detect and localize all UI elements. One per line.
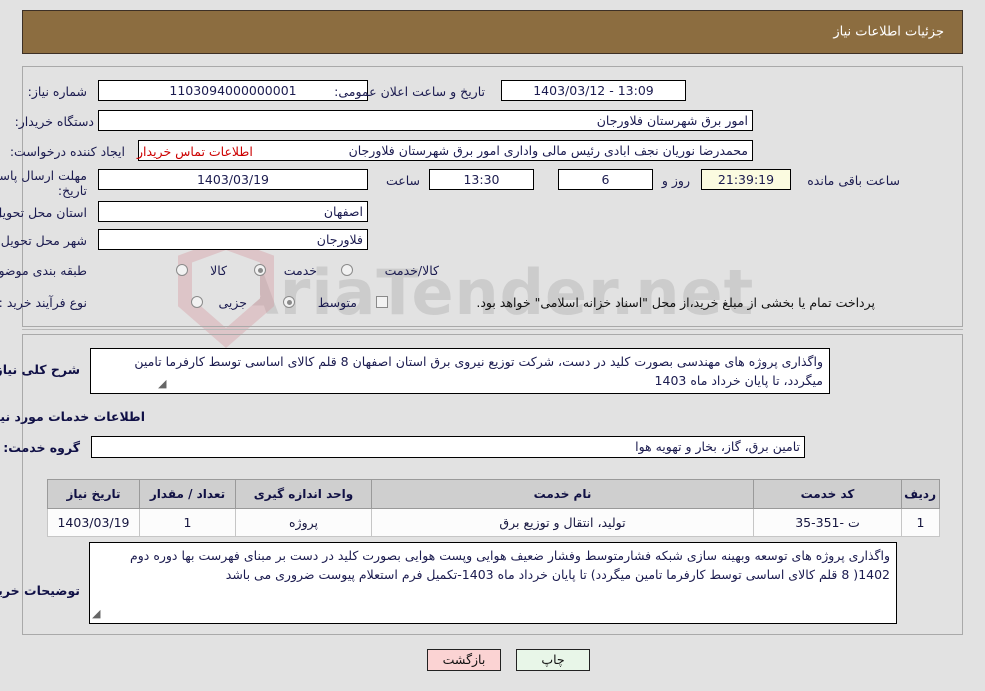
province-label: استان محل تحویل: [0, 205, 87, 220]
service-group-field[interactable]: تامین برق، گاز، بخار و تهویه هوا [91, 436, 805, 458]
services-table: ردیف کد خدمت نام خدمت واحد اندازه گیری ت… [47, 479, 940, 537]
deadline-time-field[interactable]: 13:30 [429, 169, 534, 190]
deadline-days-label: روز و [661, 173, 690, 188]
th-service-code: کد خدمت [753, 479, 902, 509]
islamic-treasury-checkbox[interactable] [376, 296, 388, 308]
deadline-days-field[interactable]: 6 [558, 169, 653, 190]
title-bar: جزئیات اطلاعات نیاز [22, 10, 963, 54]
need-number-label: شماره نیاز: [27, 84, 87, 99]
classification-radio-kala-khedmat[interactable] [341, 264, 353, 276]
th-unit: واحد اندازه گیری [235, 479, 372, 509]
page-root: AriaTender.net جزئیات اطلاعات نیاز شماره… [0, 0, 985, 691]
cell-row-no: 1 [901, 508, 940, 537]
cell-unit: پروژه [235, 508, 372, 537]
description-label: شرح کلی نیاز: [0, 362, 80, 377]
requester-label: ایجاد کننده درخواست: [9, 144, 125, 159]
deadline-label-line2: تاریخ: [57, 183, 87, 198]
need-info-panel [22, 66, 963, 327]
purchase-process-radio-jozee[interactable] [191, 296, 203, 308]
deadline-time-label: ساعت [385, 173, 420, 188]
panel-divider [22, 329, 963, 330]
cell-quantity: 1 [139, 508, 236, 537]
th-row-no: ردیف [901, 479, 940, 509]
print-button[interactable]: چاپ [516, 649, 590, 671]
description-resize-handle[interactable]: ◣ [158, 377, 170, 390]
description-textarea[interactable]: واگذاری پروژه های مهندسی بصورت کلید در د… [90, 348, 830, 394]
province-field[interactable]: اصفهان [98, 201, 368, 222]
buyer-notes-textarea[interactable]: واگذاری پروژه های توسعه وبهینه سازی شبکه… [89, 542, 897, 624]
buyer-notes-label: توضیحات خریدار: [0, 583, 80, 598]
classification-label-kala: کالا [210, 263, 227, 278]
islamic-treasury-label: پرداخت تمام یا بخشی از مبلغ خرید،از محل … [476, 295, 875, 310]
services-heading: اطلاعات خدمات مورد نیاز [0, 409, 145, 424]
buyer-notes-resize-handle[interactable]: ◣ [92, 607, 104, 620]
classification-label-kala-khedmat: کالا/خدمت [384, 263, 439, 278]
city-field[interactable]: فلاورجان [98, 229, 368, 250]
th-service-name: نام خدمت [371, 479, 754, 509]
th-quantity: تعداد / مقدار [139, 479, 236, 509]
purchase-process-label: نوع فرآیند خرید : [0, 295, 87, 310]
table-header-row: ردیف کد خدمت نام خدمت واحد اندازه گیری ت… [47, 479, 940, 509]
purchase-process-label-jozee: جزیی [218, 295, 247, 310]
th-need-date: تاریخ نیاز [47, 479, 140, 509]
announce-datetime-label: تاریخ و ساعت اعلان عمومی: [334, 84, 485, 99]
deadline-countdown-label: ساعت باقی مانده [807, 173, 900, 188]
announce-datetime-field[interactable]: 13:09 - 1403/03/12 [501, 80, 686, 101]
need-number-field[interactable]: 1103094000000001 [98, 80, 368, 101]
classification-radio-khedmat[interactable] [254, 264, 266, 276]
buyer-org-field[interactable]: امور برق شهرستان فلاورجان [98, 110, 753, 131]
classification-label: طبقه بندی موضوعی: [0, 263, 87, 278]
service-group-label: گروه خدمت: [3, 440, 80, 455]
classification-label-khedmat: خدمت [283, 263, 317, 278]
city-label: شهر محل تحویل: [0, 233, 87, 248]
cell-service-name: تولید، انتقال و توزیع برق [371, 508, 754, 537]
deadline-date-field[interactable]: 1403/03/19 [98, 169, 368, 190]
deadline-label-line1: مهلت ارسال پاسخ: تا [0, 168, 87, 183]
purchase-process-label-motevaset: متوسط [317, 295, 357, 310]
cell-service-code: ت -351-35 [753, 508, 902, 537]
back-button[interactable]: بازگشت [427, 649, 501, 671]
page-title: جزئیات اطلاعات نیاز [833, 24, 944, 40]
table-row: 1 ت -351-35 تولید، انتقال و توزیع برق پر… [47, 508, 940, 537]
cell-need-date: 1403/03/19 [47, 508, 140, 537]
deadline-countdown-field: 21:39:19 [701, 169, 791, 190]
classification-radio-kala[interactable] [176, 264, 188, 276]
buyer-contact-link[interactable]: اطلاعات تماس خریدار [137, 144, 253, 159]
purchase-process-radio-motevaset[interactable] [283, 296, 295, 308]
